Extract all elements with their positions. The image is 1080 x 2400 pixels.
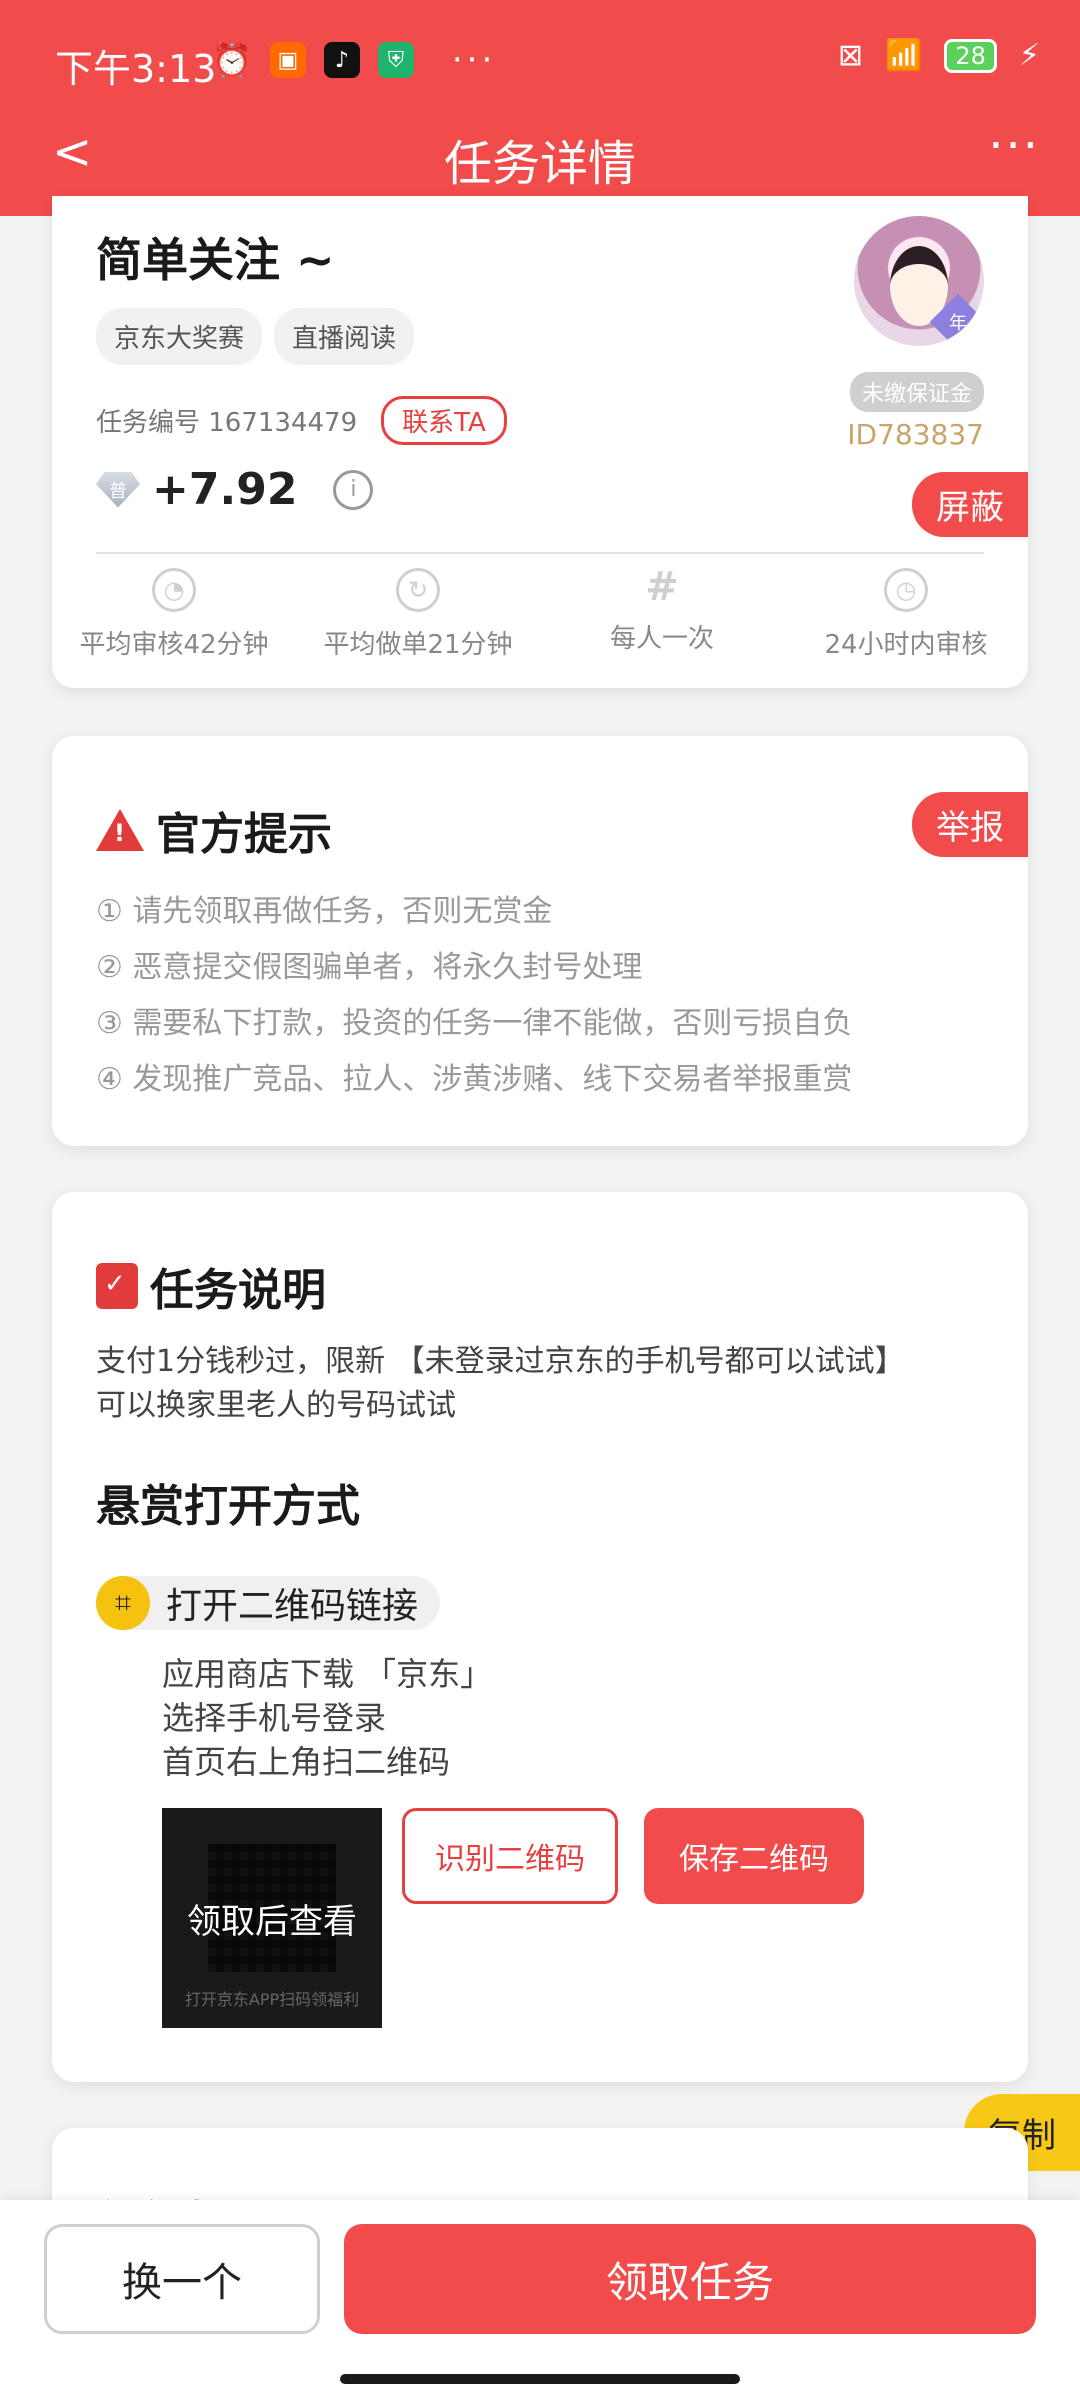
contact-button[interactable]: 联系TA [381,396,507,445]
alarm-icon: ⏰ [212,41,252,79]
recognize-qr-button[interactable]: 识别二维码 [402,1808,618,1904]
task-tags: 京东大奖赛 直播阅读 [96,308,415,365]
clock-icon: ◷ [884,568,928,612]
bottom-action-bar: 换一个 领取任务 [0,2200,1080,2400]
shield-app-icon: ⛨ [377,42,414,78]
description-title-row: 任务说明 [96,1254,326,1318]
stat-label: 每人一次 [609,624,714,654]
description-text: 支付1分钱秒过，限新 【未登录过京东的手机号都可以试试】 可以换家里老人的号码试… [96,1344,905,1423]
open-qr-link-label: 打开二维码链接 [166,1586,419,1627]
tag-item: 京东大奖赛 [96,308,263,365]
avatar[interactable]: 年 [854,216,984,346]
battery-icon: 28 [944,38,997,73]
qr-code-preview[interactable]: 领取后查看 打开京东APP扫码领福利 [162,1808,382,2028]
tip-item: ④ 发现推广竞品、拉人、涉黄涉赌、线下交易者举报重赏 [96,1062,853,1097]
task-description-card: 任务说明 支付1分钱秒过，限新 【未登录过京东的手机号都可以试试】 可以换家里老… [52,1192,1028,2082]
notice-title-row: ! 官方提示 [96,798,332,862]
switch-task-button[interactable]: 换一个 [44,2224,320,2334]
reward-amount: +7.92 [152,464,298,515]
stat-item: # 每人一次 [540,564,784,661]
stat-item: ◷ 24小时内审核 [784,568,1028,661]
step-item: 选择手机号登录 [162,1699,387,1737]
info-icon[interactable]: i [333,469,374,510]
step-item: 应用商店下载 「京东」 [162,1655,493,1693]
app-icon-taobao: ▣ [269,42,306,78]
task-number-row: 任务编号 167134479 联系TA [96,396,507,445]
open-method-title: 悬赏打开方式 [96,1481,360,1532]
tip-item: ① 请先领取再做任务，否则无赏金 [96,894,553,929]
status-right-icons: ⊠ 📶 28 ⚡ [838,38,1040,73]
stat-item: ↻ 平均做单21分钟 [296,568,540,661]
clipboard-icon [96,1263,138,1309]
tiktok-icon: ♪ [323,42,360,78]
status-notification-icons: ⏰ ▣ ♪ ⛨ ··· [212,40,496,80]
open-steps: 应用商店下载 「京东」 选择手机号登录 首页右上角扫二维码 [162,1652,492,1784]
task-header-card: 简单关注 ~ 京东大奖赛 直播阅读 任务编号 167134479 联系TA 普 … [52,196,1028,688]
status-time: 下午3:13 [55,47,217,91]
warning-icon: ! [96,809,144,851]
stat-label: 24小时内审核 [824,630,988,660]
qr-overlay-text: 领取后查看 [187,1902,357,1942]
official-notice-card: ! 官方提示 举报 ① 请先领取再做任务，否则无赏金 ② 恶意提交假图骗单者，将… [52,736,1028,1146]
charging-icon: ⚡ [1018,38,1040,73]
diamond-icon: 普 [96,471,140,508]
save-qr-button[interactable]: 保存二维码 [644,1808,864,1904]
page-title: 任务详情 [443,136,636,192]
divider [96,552,984,554]
clock-check-icon: ◔ [152,568,196,612]
deposit-status-badge: 未缴保证金 [849,372,984,412]
home-indicator[interactable] [340,2374,740,2384]
wifi-icon: 📶 [885,38,923,73]
sim-off-icon: ⊠ [837,38,864,73]
qr-caption: 打开京东APP扫码领福利 [184,1990,360,2009]
task-title: 简单关注 ~ [96,233,335,287]
report-button[interactable]: 举报 [912,792,1028,857]
more-menu-button[interactable]: ··· [988,118,1040,174]
user-id: ID783837 [847,418,984,451]
step-item: 首页右上角扫二维码 [162,1743,451,1781]
scan-icon: ⌗ [96,1576,150,1630]
task-stats: ◔ 平均审核42分钟 ↻ 平均做单21分钟 # 每人一次 ◷ 24小时内审核 [52,564,1028,661]
tip-item: ② 恶意提交假图骗单者，将永久封号处理 [96,950,643,985]
description-title: 任务说明 [150,1265,326,1316]
open-qr-link[interactable]: ⌗ 打开二维码链接 [96,1576,441,1630]
task-number: 任务编号 167134479 [96,408,358,438]
stat-item: ◔ 平均审核42分钟 [52,568,296,661]
block-button[interactable]: 屏蔽 [912,472,1028,537]
tip-item: ③ 需要私下打款，投资的任务一律不能做，否则亏损自负 [96,1006,853,1041]
hash-icon: # [645,564,679,610]
claim-task-button[interactable]: 领取任务 [344,2224,1036,2334]
notice-title: 官方提示 [156,809,332,860]
stat-label: 平均做单21分钟 [323,630,513,660]
more-notifications-icon: ··· [451,40,497,80]
clock-refresh-icon: ↻ [396,568,440,612]
notice-tips: ① 请先领取再做任务，否则无赏金 ② 恶意提交假图骗单者，将永久封号处理 ③ 需… [96,884,852,1108]
reward-row: 普 +7.92 i [96,464,374,515]
tag-item: 直播阅读 [274,308,415,365]
stat-label: 平均审核42分钟 [79,630,269,660]
